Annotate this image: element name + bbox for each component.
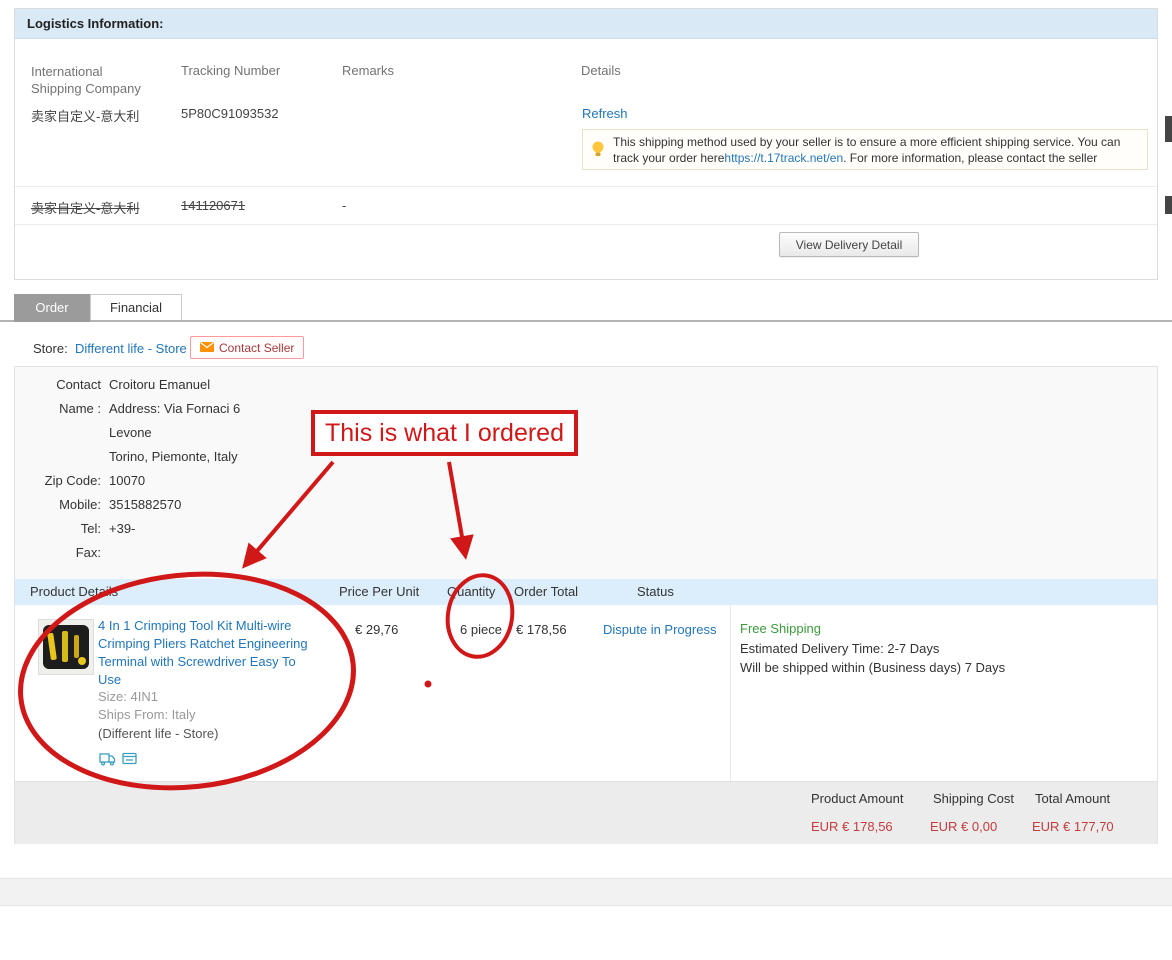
tab-underline (0, 320, 1172, 322)
tab-order[interactable]: Order (14, 294, 90, 322)
cell-divider (730, 605, 731, 781)
product-store-name: (Different life - Store) (98, 726, 218, 741)
product-amount-value: EUR € 178,56 (811, 819, 893, 834)
store-name-link[interactable]: Different life - Store (75, 341, 187, 356)
invoice-icon[interactable] (122, 752, 137, 768)
freight-icon[interactable] (99, 752, 116, 769)
column-status: Status (637, 579, 674, 605)
shipping-method-note: This shipping method used by your seller… (582, 129, 1148, 170)
product-size: Size: 4IN1 (98, 689, 158, 704)
logistics-panel: Logistics Information: International Shi… (14, 8, 1158, 280)
store-label: Store: (33, 341, 68, 356)
product-amount-label: Product Amount (811, 791, 904, 806)
contact-row-label: Mobile: (31, 493, 109, 517)
status-dispute-link[interactable]: Dispute in Progress (603, 622, 716, 637)
column-header-tracking-number: Tracking Number (181, 63, 280, 78)
contact-row-value: Croitoru Emanuel (109, 373, 210, 397)
logistics-panel-title: Logistics Information: (15, 9, 1157, 39)
total-amount-label: Total Amount (1035, 791, 1110, 806)
scrollbar-fragment[interactable] (1165, 116, 1172, 142)
column-header-remarks: Remarks (342, 63, 394, 78)
contact-row: Levone (31, 421, 240, 445)
shipping-company-old: 卖家自定义-意大利 (31, 198, 139, 217)
note-text-after: . For more information, please contact t… (843, 151, 1097, 165)
order-section: ContactCroitoru Emanuel Name :Address: V… (14, 366, 1158, 844)
quantity-value: 6 piece (460, 622, 502, 637)
shipping-company-value: 卖家自定义-意大利 (31, 106, 139, 125)
annotation-callout: This is what I ordered (311, 410, 578, 456)
refresh-link[interactable]: Refresh (582, 106, 628, 121)
shipping-cost-value: EUR € 0,00 (930, 819, 997, 834)
tracking-url-link[interactable]: https://t.17track.net/en (724, 151, 843, 165)
column-price-per-unit: Price Per Unit (339, 579, 419, 605)
column-header-details: Details (581, 63, 621, 78)
estimated-delivery-text: Estimated Delivery Time: 2-7 Days (740, 641, 939, 656)
shipping-cost-label: Shipping Cost (933, 791, 1014, 806)
contact-row-label: Contact (31, 373, 109, 397)
contact-row-value: Levone (109, 421, 152, 445)
product-title-link[interactable]: 4 In 1 Crimping Tool Kit Multi-wire Crim… (98, 617, 312, 689)
product-image[interactable] (38, 619, 94, 675)
order-total-value: € 178,56 (516, 622, 567, 637)
contact-row-label: Fax: (31, 541, 109, 565)
contact-row: ContactCroitoru Emanuel (31, 373, 240, 397)
column-product-details: Product Details (30, 579, 118, 605)
tracking-number-old: 141120671 (181, 198, 245, 213)
contact-row-label (31, 421, 109, 445)
contact-row-value: Torino, Piemonte, Italy (109, 445, 238, 469)
footer-bar (0, 878, 1172, 906)
free-shipping-label: Free Shipping (740, 621, 821, 636)
contact-info-block: ContactCroitoru Emanuel Name :Address: V… (15, 367, 1157, 579)
contact-row-value: +39- (109, 517, 135, 541)
column-header-shipping-company: International Shipping Company (31, 63, 156, 97)
bulb-icon (592, 141, 604, 161)
contact-row: Name :Address: Via Fornaci 6 (31, 397, 240, 421)
column-quantity: Quantity (447, 579, 495, 605)
contact-row: Fax: (31, 541, 240, 565)
product-table-header: Product Details Price Per Unit Quantity … (15, 579, 1157, 605)
price-per-unit-value: € 29,76 (355, 622, 398, 637)
tab-financial[interactable]: Financial (90, 294, 182, 320)
scrollbar-fragment[interactable] (1165, 196, 1172, 214)
remarks-value: - (342, 198, 346, 213)
total-amount-value: EUR € 177,70 (1032, 819, 1114, 834)
totals-bar: Product Amount Shipping Cost Total Amoun… (15, 781, 1157, 844)
contact-seller-button[interactable]: Contact Seller (190, 336, 304, 359)
contact-rows: ContactCroitoru Emanuel Name :Address: V… (31, 373, 240, 565)
contact-seller-label: Contact Seller (219, 341, 294, 355)
contact-row: Torino, Piemonte, Italy (31, 445, 240, 469)
row-divider (15, 186, 1157, 187)
contact-row-label: Name : (31, 397, 109, 421)
shipped-within-text: Will be shipped within (Business days) 7… (740, 660, 1005, 675)
tracking-number-value: 5P80C91093532 (181, 106, 279, 121)
contact-row: Tel:+39- (31, 517, 240, 541)
contact-row: Mobile:3515882570 (31, 493, 240, 517)
view-delivery-detail-button[interactable]: View Delivery Detail (779, 232, 919, 257)
product-ships-from: Ships From: Italy (98, 707, 196, 722)
contact-row-value: 3515882570 (109, 493, 181, 517)
row-divider (15, 224, 1157, 225)
envelope-icon (200, 341, 214, 355)
contact-row-label: Zip Code: (31, 469, 109, 493)
contact-row-value: 10070 (109, 469, 145, 493)
contact-row: Zip Code:10070 (31, 469, 240, 493)
column-order-total: Order Total (514, 579, 578, 605)
contact-row-value: Address: Via Fornaci 6 (109, 397, 240, 421)
contact-row-label: Tel: (31, 517, 109, 541)
contact-row-label (31, 445, 109, 469)
